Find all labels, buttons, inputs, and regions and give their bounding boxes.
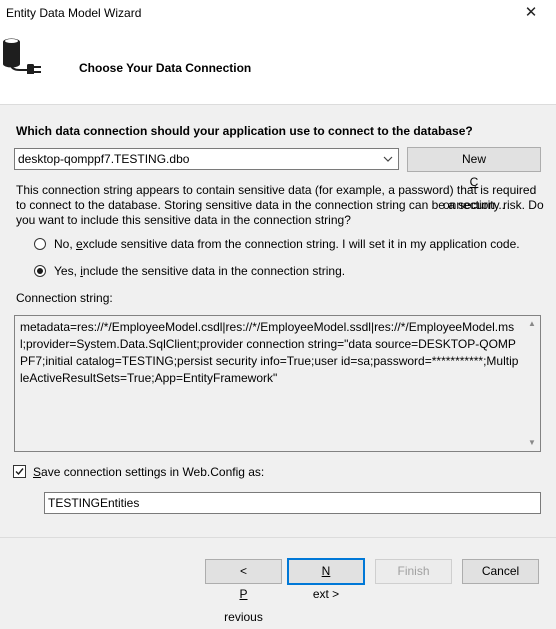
wizard-banner: Choose Your Data Connection [0,28,556,105]
page-title: Choose Your Data Connection [79,61,252,75]
title-bar: Entity Data Model Wizard ✕ [0,0,556,28]
connection-selected-value: desktop-qomppf7.TESTING.dbo [18,152,190,166]
new-connection-label-pre: New [461,152,486,166]
entity-name-input[interactable] [44,492,541,514]
next-button[interactable]: Next > [287,558,365,601]
scroll-up-icon[interactable]: ▲ [526,318,538,330]
connection-question: Which data connection should your applic… [16,124,473,138]
chevron-down-icon[interactable] [379,150,397,168]
new-connection-button[interactable]: New Connection... [407,147,541,212]
connection-string-label: Connection string: [16,291,113,305]
footer-separator [0,537,556,538]
exclude-radio[interactable] [34,238,46,250]
scroll-down-icon[interactable]: ▼ [526,437,538,449]
include-label: Yes, include the sensitive data in the c… [54,264,346,278]
include-sensitive-option[interactable]: Yes, include the sensitive data in the c… [34,264,354,280]
finish-button[interactable]: Finish [375,559,452,584]
database-plug-icon [3,38,41,74]
include-radio[interactable] [34,265,46,277]
connection-dropdown[interactable]: desktop-qomppf7.TESTING.dbo [14,148,399,170]
exclude-sensitive-option[interactable]: No, exclude sensitive data from the conn… [34,237,534,253]
save-settings-checkbox[interactable] [13,465,26,478]
window-title: Entity Data Model Wizard [6,6,142,20]
cancel-button[interactable]: Cancel [462,559,539,584]
connection-string-text: metadata=res://*/EmployeeModel.csdl|res:… [20,320,519,385]
connection-string-box[interactable]: metadata=res://*/EmployeeModel.csdl|res:… [14,315,541,452]
save-settings-label: Save connection settings in Web.Config a… [33,465,265,479]
checkmark-icon [15,468,24,476]
close-icon[interactable]: ✕ [520,3,542,23]
previous-button[interactable]: < Previous [205,559,282,624]
sensitive-data-warning: This connection string appears to contai… [16,183,544,227]
exclude-label: No, exclude sensitive data from the conn… [54,237,520,251]
